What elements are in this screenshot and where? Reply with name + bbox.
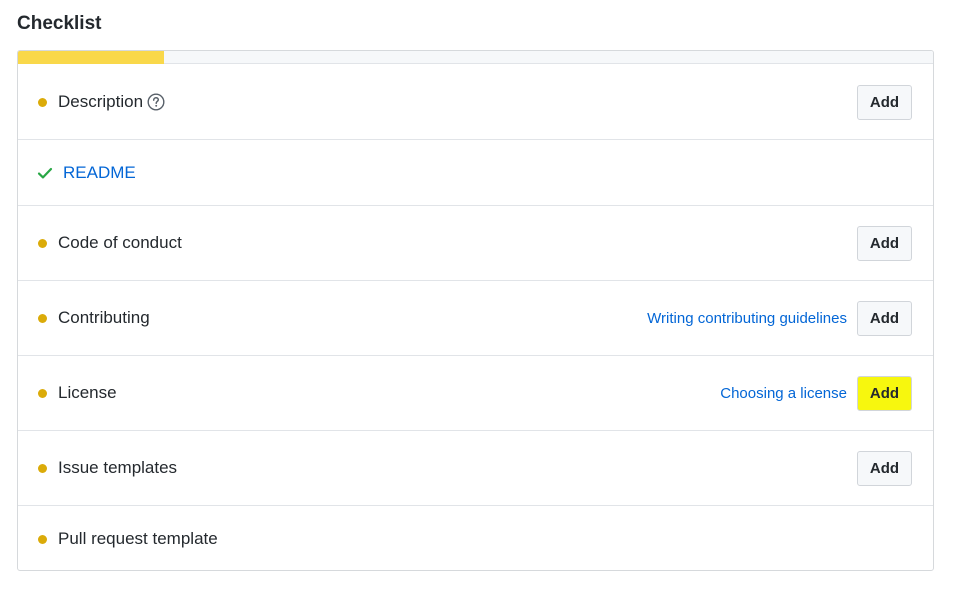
item-label: Code of conduct [58, 233, 182, 252]
checklist-item-readme: README [18, 140, 933, 206]
check-icon [37, 167, 53, 178]
question-circle-icon[interactable] [147, 93, 165, 111]
pending-dot-icon [38, 97, 47, 107]
pending-dot-icon [38, 388, 47, 398]
page-title: Checklist [17, 13, 102, 34]
add-description-button[interactable]: Add [857, 84, 912, 120]
item-label: Pull request template [58, 529, 218, 548]
add-license-button[interactable]: Add [857, 375, 912, 411]
checklist-item-code-of-conduct: Code of conduct Add [18, 206, 933, 281]
pending-dot-icon [38, 313, 47, 323]
checklist-item-license: License Choosing a license Add [18, 356, 933, 431]
checklist-item-pull-request-template: Pull request template [18, 506, 933, 570]
item-label: Contributing [58, 308, 150, 327]
add-issue-templates-button[interactable]: Add [857, 450, 912, 486]
contributing-guidelines-link[interactable]: Writing contributing guidelines [647, 310, 847, 327]
add-code-of-conduct-button[interactable]: Add [857, 225, 912, 261]
checklist-item-contributing: Contributing Writing contributing guidel… [18, 281, 933, 356]
readme-link[interactable]: README [63, 163, 136, 183]
pending-dot-icon [38, 238, 47, 248]
progress-bar-fill [18, 51, 165, 64]
checklist-panel: Description Add README Code of conduct A… [17, 50, 934, 571]
choosing-license-link[interactable]: Choosing a license [720, 385, 847, 402]
pending-dot-icon [38, 463, 47, 473]
item-label: Description [58, 92, 144, 111]
item-label: License [58, 383, 117, 402]
checklist-item-issue-templates: Issue templates Add [18, 431, 933, 506]
item-label: Issue templates [58, 458, 178, 477]
progress-bar [18, 51, 933, 64]
add-contributing-button[interactable]: Add [857, 300, 912, 336]
pending-dot-icon [38, 534, 47, 544]
checklist-item-description: Description Add [18, 65, 933, 140]
